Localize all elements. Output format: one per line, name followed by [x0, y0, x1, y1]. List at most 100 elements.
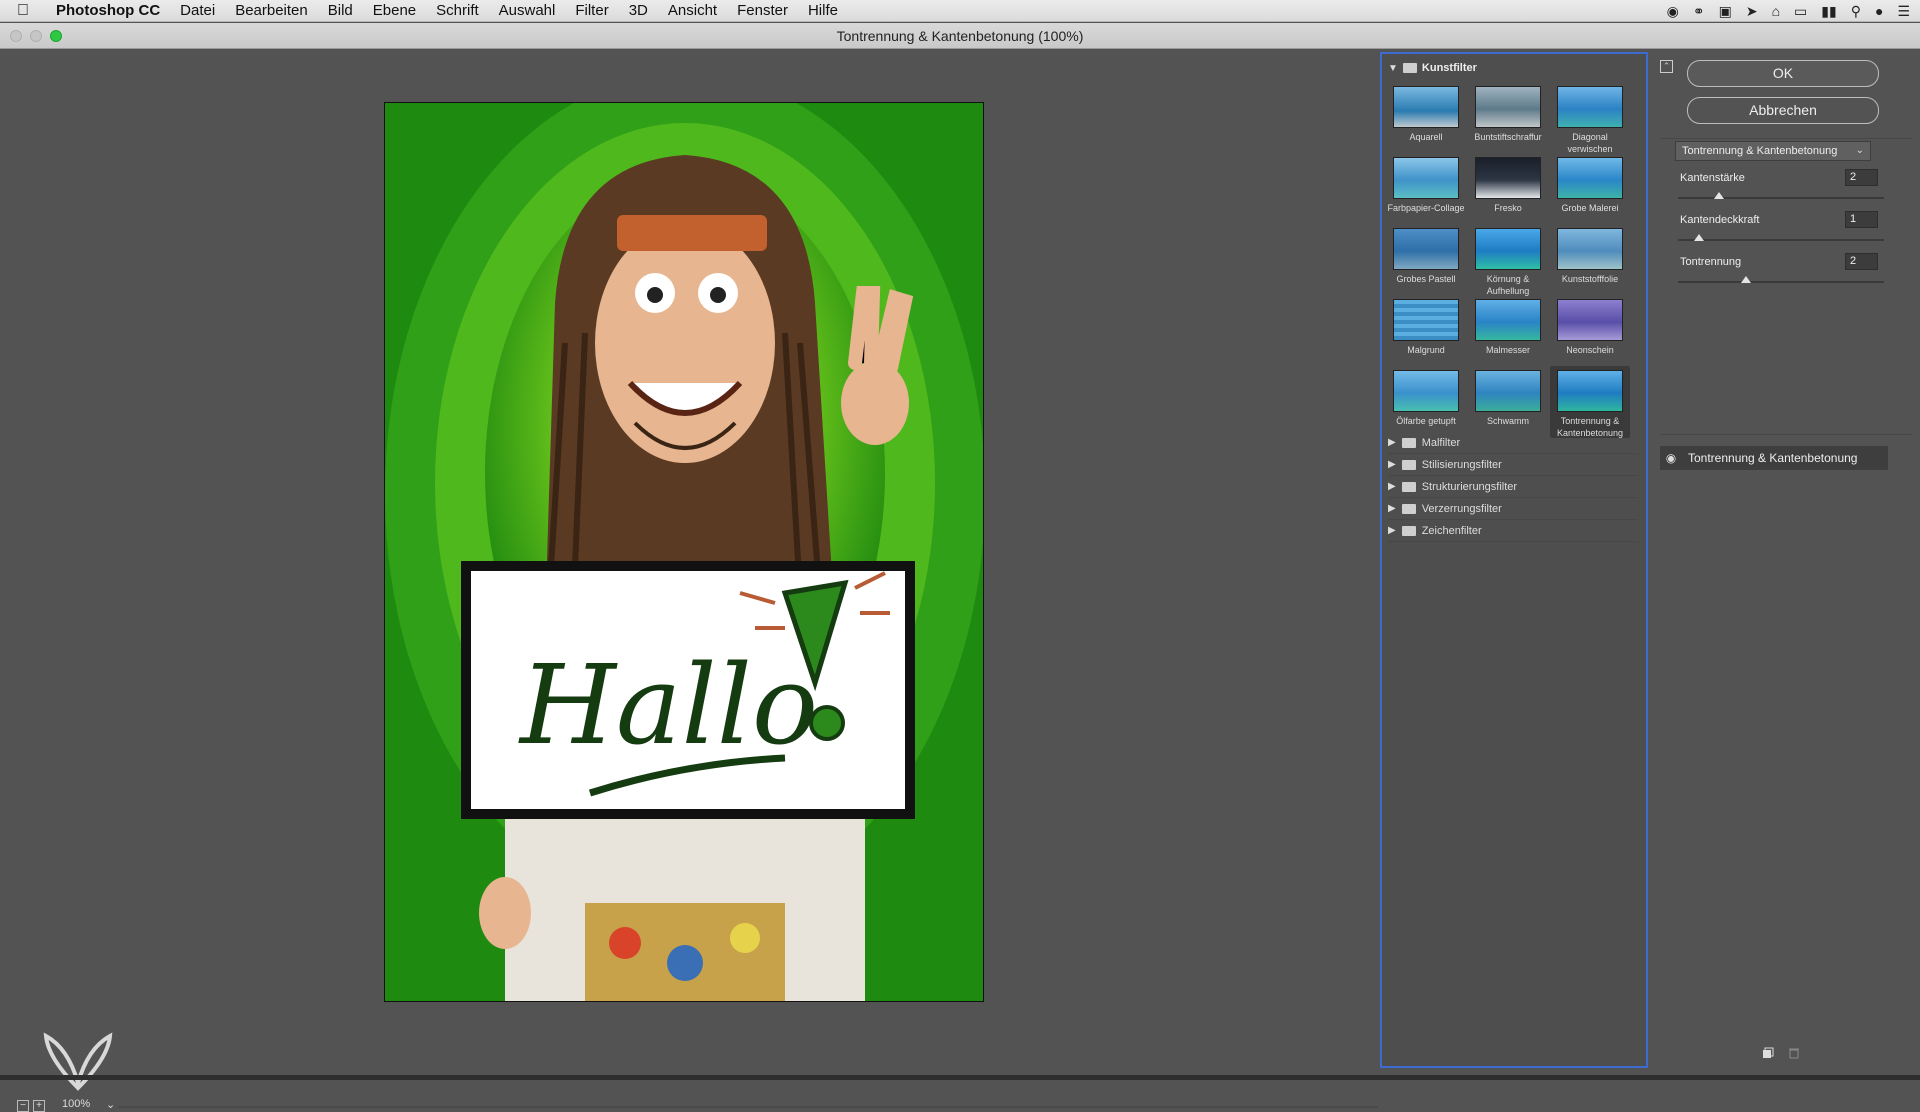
chevron-down-icon[interactable]: ⌄ — [106, 1098, 115, 1111]
thumbnail-image — [1557, 86, 1623, 128]
kantenstaerke-input[interactable]: 2 — [1845, 169, 1878, 186]
zoom-in-button[interactable]: + — [33, 1100, 45, 1112]
filter-thumb-kunststofffolie[interactable]: Kunststofffolie — [1550, 224, 1630, 285]
menu-ansicht[interactable]: Ansicht — [658, 0, 727, 22]
sign-text: Hallo — [518, 641, 818, 769]
record-icon[interactable]: ◉ — [1667, 3, 1679, 20]
menu-fenster[interactable]: Fenster — [727, 0, 798, 22]
category-label: Kunstfilter — [1421, 62, 1477, 74]
thumbnail-image — [1475, 157, 1541, 199]
thumbnail-image — [1475, 370, 1541, 412]
menu-app-name[interactable]: Photoshop CC — [46, 0, 170, 22]
close-window-button[interactable] — [10, 30, 22, 42]
effect-layer-row[interactable]: ◉ Tontrennung & Kantenbetonung — [1660, 446, 1888, 470]
triangle-right-icon: ▶ — [1388, 503, 1396, 514]
ok-button[interactable]: OK — [1687, 60, 1879, 87]
divider — [1660, 138, 1912, 139]
fullscreen-window-button[interactable] — [50, 30, 62, 42]
trash-icon[interactable] — [1788, 1047, 1800, 1059]
slider-thumb[interactable] — [1740, 276, 1751, 283]
tontrennung-slider[interactable] — [1678, 276, 1884, 283]
display-icon[interactable]: ▣ — [1719, 3, 1732, 20]
menu-3d[interactable]: 3D — [619, 0, 658, 22]
filter-label: Malmesser — [1485, 345, 1530, 355]
folder-icon — [1402, 63, 1417, 73]
menu-schrift[interactable]: Schrift — [426, 0, 489, 22]
filter-label: Malgrund — [1407, 345, 1445, 355]
category-kunstfilter[interactable]: ▼ Kunstfilter — [1388, 58, 1477, 78]
menu-ebene[interactable]: Ebene — [363, 0, 426, 22]
filter-label: Fresko — [1494, 203, 1522, 213]
filter-thumb-fresko[interactable]: Fresko — [1468, 153, 1548, 214]
filter-thumb-koernung-aufhellung[interactable]: Körnung & Aufhellung — [1468, 224, 1548, 297]
filter-thumb-malmesser[interactable]: Malmesser — [1468, 295, 1548, 356]
filter-thumb-aquarell[interactable]: Aquarell — [1386, 82, 1466, 143]
slider-thumb[interactable] — [1693, 234, 1704, 241]
menu-hilfe[interactable]: Hilfe — [798, 0, 848, 22]
filter-label: Grobes Pastell — [1396, 274, 1456, 284]
param-label-kantenstaerke: Kantenstärke — [1680, 172, 1745, 184]
category-label: Zeichenfilter — [1421, 524, 1482, 537]
minimize-window-button[interactable] — [30, 30, 42, 42]
list-icon[interactable]: ☰ — [1897, 3, 1910, 20]
new-effect-layer-icon[interactable] — [1762, 1047, 1774, 1059]
filter-thumb-neonschein[interactable]: Neonschein — [1550, 295, 1630, 356]
kantendeckkraft-input[interactable]: 1 — [1845, 211, 1878, 228]
effect-layer-name: Tontrennung & Kantenbetonung — [1688, 451, 1858, 465]
preview-image[interactable]: Hallo — [384, 102, 984, 1002]
filter-thumb-oelfarbe-getupft[interactable]: Ölfarbe getupft — [1386, 366, 1466, 427]
filter-dropdown[interactable]: Tontrennung & Kantenbetonung ⌄ — [1675, 141, 1871, 161]
filter-settings-panel: ⌃ OK Abbrechen Tontrennung & Kantenbeton… — [1652, 52, 1920, 1068]
search-icon[interactable]: ⚲ — [1851, 3, 1861, 20]
filter-thumb-farbpapier-collage[interactable]: Farbpapier-Collage — [1386, 153, 1466, 214]
battery-icon[interactable]: ▮▮ — [1821, 3, 1836, 20]
filter-thumb-buntstiftschraffur[interactable]: Buntstiftschraffur — [1468, 82, 1548, 143]
zoom-value[interactable]: 100% — [62, 1098, 90, 1110]
menu-bild[interactable]: Bild — [318, 0, 363, 22]
triangle-right-icon: ▶ — [1388, 459, 1396, 470]
thumbnail-image — [1475, 299, 1541, 341]
collapse-gallery-icon[interactable]: ⌃ — [1660, 60, 1673, 73]
param-label-kantendeckkraft: Kantendeckkraft — [1680, 214, 1760, 226]
menubar:  Photoshop CC Datei Bearbeiten Bild Ebe… — [0, 0, 1920, 22]
cancel-button[interactable]: Abbrechen — [1687, 97, 1879, 124]
user-icon[interactable]: ● — [1875, 3, 1883, 19]
airplay-icon[interactable]: ▭ — [1794, 3, 1807, 20]
category-label: Stilisierungsfilter — [1421, 458, 1502, 471]
category-strukturierungsfilter[interactable]: ▶ Strukturierungsfilter — [1388, 476, 1638, 498]
folder-icon — [1401, 503, 1416, 514]
filter-thumb-malgrund[interactable]: Malgrund — [1386, 295, 1466, 356]
creative-cloud-icon[interactable]: ⚭ — [1693, 3, 1705, 20]
slider-thumb[interactable] — [1714, 192, 1725, 199]
window-title: Tontrennung & Kantenbetonung (100%) — [836, 28, 1084, 44]
filter-thumb-grobe-malerei[interactable]: Grobe Malerei — [1550, 153, 1630, 214]
eye-icon[interactable]: ◉ — [1660, 451, 1682, 465]
category-stilisierungsfilter[interactable]: ▶ Stilisierungsfilter — [1388, 454, 1638, 476]
filter-thumb-diagonal-verwischen[interactable]: Diagonal verwischen — [1550, 82, 1630, 155]
menu-auswahl[interactable]: Auswahl — [489, 0, 566, 22]
menu-bearbeiten[interactable]: Bearbeiten — [225, 0, 318, 22]
zoom-out-button[interactable]: − — [17, 1100, 29, 1112]
apple-icon[interactable]:  — [0, 2, 46, 20]
folder-icon — [1401, 525, 1416, 536]
wifi-icon[interactable]: ⌂ — [1772, 3, 1780, 19]
menu-datei[interactable]: Datei — [170, 0, 225, 22]
category-zeichenfilter[interactable]: ▶ Zeichenfilter — [1388, 520, 1638, 542]
thumbnail-image — [1475, 228, 1541, 270]
menu-filter[interactable]: Filter — [565, 0, 618, 22]
folder-icon — [1401, 481, 1416, 492]
filter-thumb-grobes-pastell[interactable]: Grobes Pastell — [1386, 224, 1466, 285]
kantendeckkraft-slider[interactable] — [1678, 234, 1884, 241]
filter-label: Farbpapier-Collage — [1387, 203, 1465, 213]
hippie-illustration: Hallo — [385, 103, 983, 1001]
filter-thumb-schwamm[interactable]: Schwamm — [1468, 366, 1548, 427]
category-verzerrungsfilter[interactable]: ▶ Verzerrungsfilter — [1388, 498, 1638, 520]
tontrennung-input[interactable]: 2 — [1845, 253, 1878, 270]
category-malfilter[interactable]: ▶ Malfilter — [1388, 432, 1638, 454]
filter-thumb-tontrennung-kantenbetonung[interactable]: Tontrennung & Kantenbetonung — [1550, 366, 1630, 438]
triangle-right-icon: ▶ — [1388, 525, 1396, 536]
kantenstaerke-slider[interactable] — [1678, 192, 1884, 199]
thumbnail-image — [1393, 370, 1459, 412]
location-icon[interactable]: ➤ — [1746, 3, 1758, 20]
triangle-right-icon: ▶ — [1388, 481, 1396, 492]
